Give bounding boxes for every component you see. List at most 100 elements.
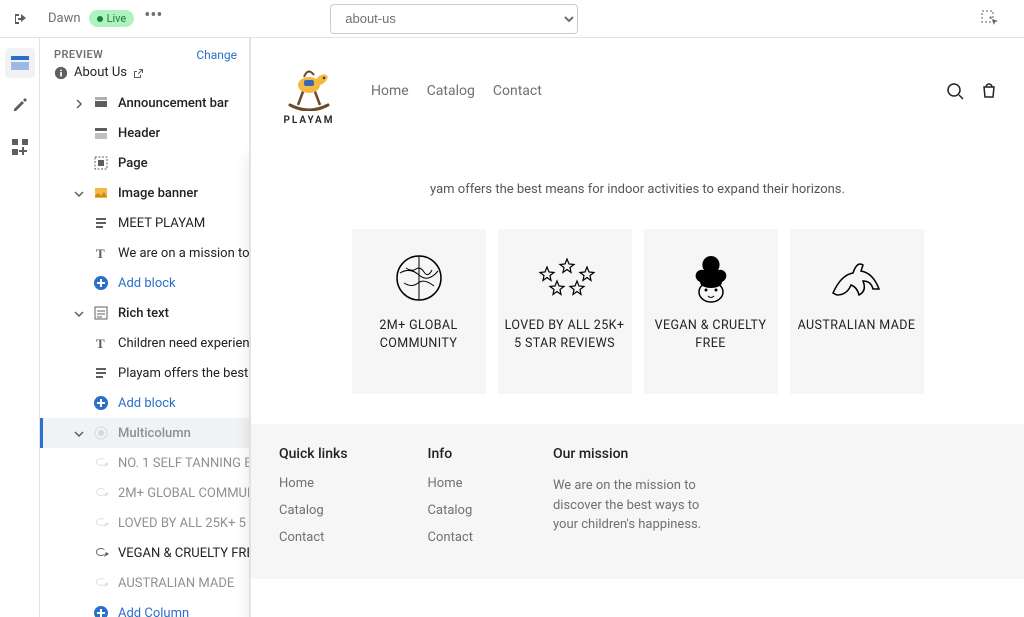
tree-item-label: Add block <box>118 276 176 291</box>
column-card: LOVED BY ALL 25K+ 5 STAR REVIEWS <box>498 229 632 394</box>
stars-icon <box>535 254 595 302</box>
tree-item-label: We are on a mission to disc… <box>118 246 249 261</box>
nav-link-home[interactable]: Home <box>371 83 409 99</box>
tree-block[interactable]: MEET PLAYAM <box>40 208 249 238</box>
footer-text: We are on the mission to discover the be… <box>553 476 723 535</box>
footer-link[interactable]: Contact <box>279 530 348 545</box>
preview-block: PREVIEW Change About Us <box>40 44 249 88</box>
tree-block[interactable]: T We are on a mission to disc… <box>40 238 249 268</box>
nav-link-contact[interactable]: Contact <box>493 83 542 99</box>
text-t-icon: T <box>92 334 110 352</box>
logo-text: PLAYAM <box>284 115 335 126</box>
paint-icon <box>11 96 29 114</box>
more-button[interactable]: ••• <box>144 11 162 27</box>
column-caption: LOVED BY ALL 25K+ 5 STAR REVIEWS <box>504 317 626 353</box>
tree-section[interactable]: Multicolumn <box>40 418 249 448</box>
tree-item-label: Playam offers the best mea… <box>118 366 249 381</box>
tree-section[interactable]: Page <box>40 148 249 178</box>
tree-item-label: Add Column <box>118 606 189 617</box>
bunny-heart-icon <box>686 250 736 306</box>
rail-sections[interactable] <box>5 48 35 78</box>
tree-block[interactable]: T Children need experiences f… <box>40 328 249 358</box>
header-icons <box>946 82 998 100</box>
globe-icon <box>394 253 444 303</box>
tree-item-label: 2M+ GLOBAL COMMUNITY <box>118 486 249 501</box>
footer-link[interactable]: Home <box>279 476 348 491</box>
exit-button[interactable] <box>10 8 32 30</box>
column-icon <box>92 544 110 562</box>
live-badge: Live <box>89 10 135 27</box>
tree-block[interactable]: VEGAN & CRUELTY FREE <box>40 538 249 568</box>
site-header: PLAYAM Home Catalog Contact <box>251 38 1024 134</box>
sections-panel: PREVIEW Change About Us Announcement bar… <box>40 38 250 617</box>
plus-circle-icon <box>92 394 110 412</box>
column-icon <box>92 454 110 472</box>
site-nav: Home Catalog Contact <box>371 83 542 99</box>
add-block-button[interactable]: Add Column <box>40 598 249 617</box>
tree-block[interactable]: 2M+ GLOBAL COMMUNITY <box>40 478 249 508</box>
tree-item-label: AUSTRALIAN MADE <box>118 576 234 591</box>
add-block-button[interactable]: Add block <box>40 268 249 298</box>
announcement-icon <box>92 94 110 112</box>
tree-block[interactable]: LOVED BY ALL 25K+ 5 STAR … <box>40 508 249 538</box>
tree-item-label: Multicolumn <box>118 426 191 441</box>
page-select-dropdown[interactable]: about-us <box>330 4 578 34</box>
column-icon <box>92 574 110 592</box>
tree-item-label: Children need experiences f… <box>118 336 249 351</box>
preview-page-name: About Us <box>74 65 127 80</box>
tree-block[interactable]: NO. 1 SELF TANNING BRAND <box>40 448 249 478</box>
footer-link[interactable]: Catalog <box>428 503 473 518</box>
preview-frame: PLAYAM Home Catalog Contact yam offers t… <box>250 38 1024 617</box>
tree-item-label: Announcement bar <box>118 96 229 111</box>
text-t-icon: T <box>92 244 110 262</box>
multicolumn-row: 2M+ GLOBAL COMMUNITY LOVED BY ALL 25K+ 5… <box>251 205 1024 424</box>
tree-section[interactable]: Announcement bar <box>40 88 249 118</box>
site-logo[interactable]: PLAYAM <box>277 56 341 126</box>
info-icon <box>54 66 68 80</box>
tree-item-label: Add block <box>118 396 176 411</box>
preview-page-link[interactable]: About Us <box>54 65 235 80</box>
footer-col-mission: Our mission We are on the mission to dis… <box>553 446 723 557</box>
tree-item-label: LOVED BY ALL 25K+ 5 STAR … <box>118 516 249 531</box>
site-footer: Quick links Home Catalog Contact Info Ho… <box>251 424 1024 579</box>
tree-item-label: Rich text <box>118 306 169 321</box>
rail-theme-settings[interactable] <box>5 90 35 120</box>
plus-circle-icon <box>92 274 110 292</box>
chevron-right-icon[interactable] <box>74 98 84 108</box>
tree-section[interactable]: Image banner <box>40 178 249 208</box>
tree-block[interactable]: AUSTRALIAN MADE <box>40 568 249 598</box>
chevron-down-icon[interactable] <box>74 188 84 198</box>
tree-item-label: VEGAN & CRUELTY FREE <box>118 546 249 561</box>
footer-heading: Our mission <box>553 446 723 462</box>
topbar: Dawn Live ••• about-us <box>0 0 1024 38</box>
add-block-button[interactable]: Add block <box>40 388 249 418</box>
chevron-down-icon[interactable] <box>74 308 84 318</box>
page-select[interactable]: about-us <box>330 4 578 34</box>
footer-link[interactable]: Home <box>428 476 473 491</box>
footer-col-quicklinks: Quick links Home Catalog Contact <box>279 446 348 557</box>
column-icon <box>92 514 110 532</box>
svg-text:T: T <box>96 336 105 351</box>
change-preview-link[interactable]: Change <box>196 48 237 62</box>
image-banner-icon <box>92 184 110 202</box>
search-icon[interactable] <box>946 82 964 100</box>
rail-apps[interactable] <box>5 132 35 162</box>
footer-col-info: Info Home Catalog Contact <box>428 446 473 557</box>
footer-link[interactable]: Catalog <box>279 503 348 518</box>
theme-name: Dawn <box>48 11 81 26</box>
nav-link-catalog[interactable]: Catalog <box>427 83 475 99</box>
tree-section[interactable]: Rich text <box>40 298 249 328</box>
cart-icon[interactable] <box>980 82 998 100</box>
tree-section[interactable]: Header <box>40 118 249 148</box>
chevron-down-icon[interactable] <box>74 428 84 438</box>
left-rail <box>0 38 40 617</box>
rocking-horse-icon <box>284 65 334 111</box>
live-dot-icon <box>97 16 103 22</box>
footer-link[interactable]: Contact <box>428 530 473 545</box>
cursor-select-icon <box>981 10 999 28</box>
tree-block[interactable]: Playam offers the best mea… <box>40 358 249 388</box>
multicolumn-icon <box>92 424 110 442</box>
main: PREVIEW Change About Us Announcement bar… <box>0 38 1024 617</box>
kangaroo-icon <box>827 255 887 301</box>
inspector-toggle[interactable] <box>976 5 1004 33</box>
